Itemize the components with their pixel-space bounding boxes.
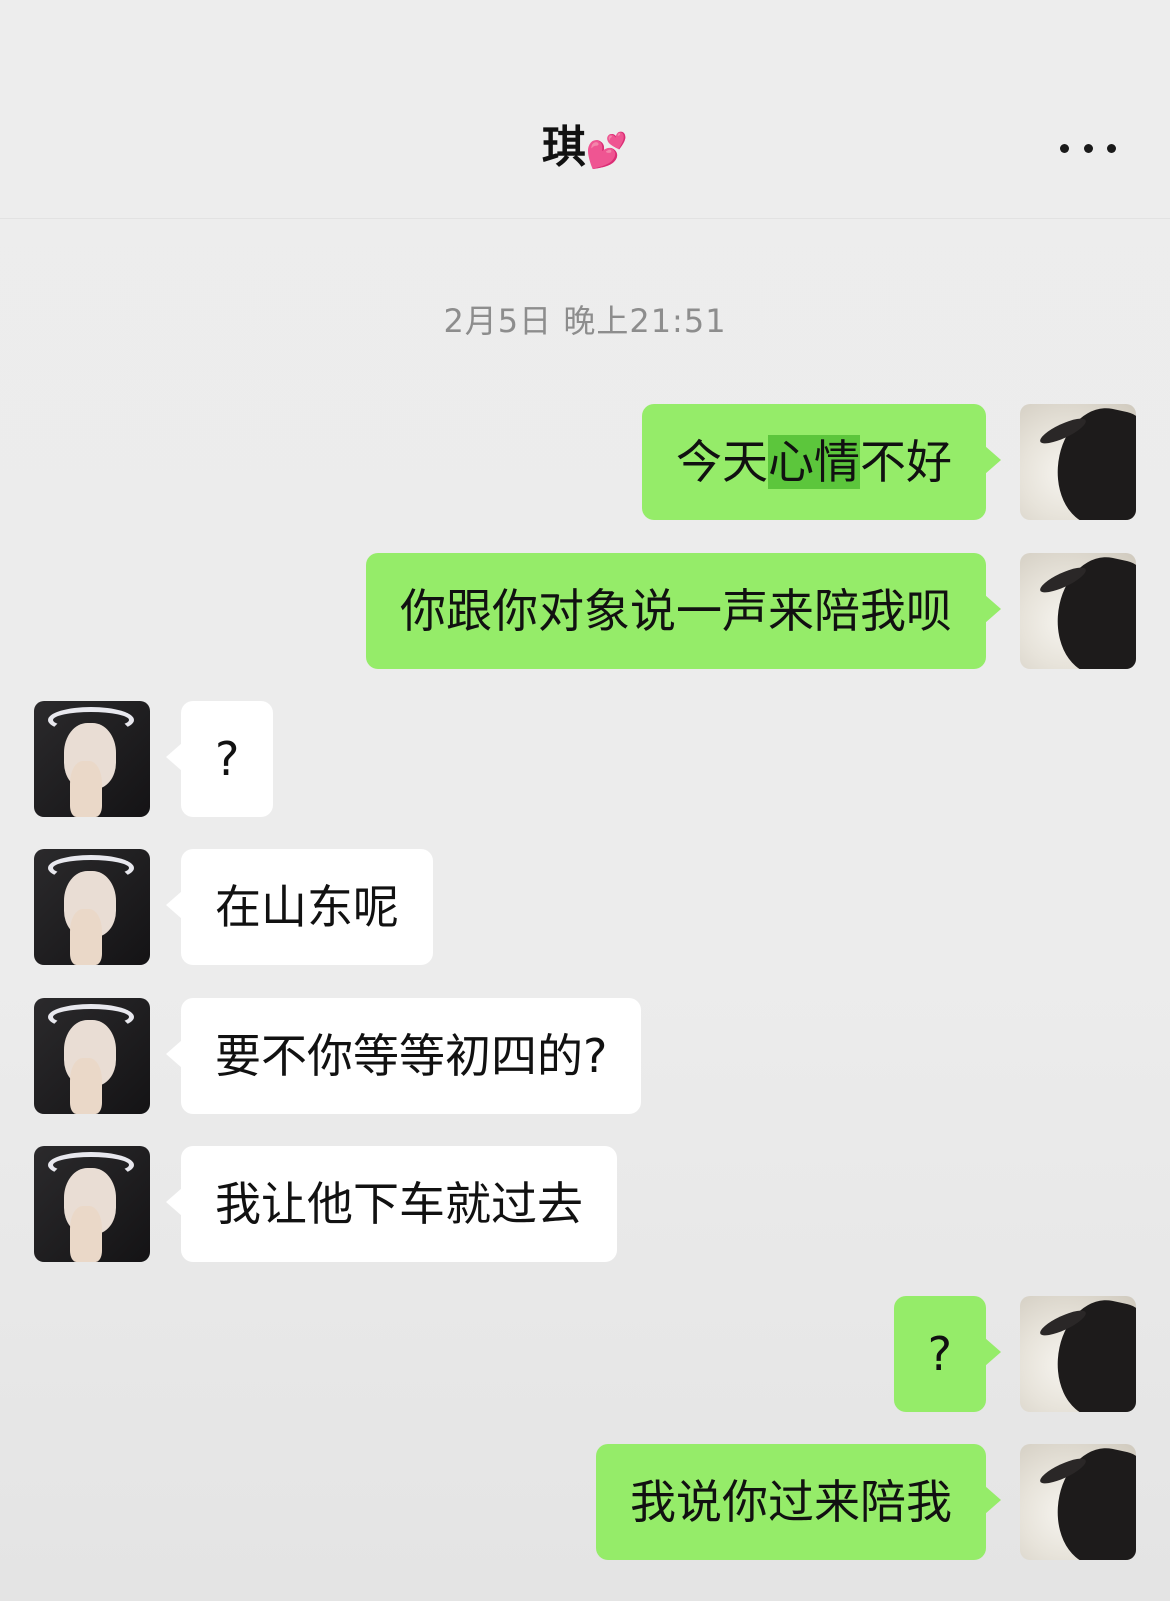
message-text: 不好 bbox=[860, 435, 952, 489]
message-text: 我说你过来陪我 bbox=[630, 1475, 952, 1529]
message-row-incoming: 要不你等等初四的? bbox=[0, 998, 1170, 1114]
more-dot-icon bbox=[1083, 143, 1093, 153]
more-options-button[interactable] bbox=[1060, 130, 1116, 166]
contact-name-title[interactable]: 琪💕 bbox=[0, 118, 1170, 181]
message-row-outgoing: 我说你过来陪我 bbox=[0, 1444, 1170, 1560]
message-row-incoming: 在山东呢 bbox=[0, 849, 1170, 965]
more-dot-icon bbox=[1107, 143, 1116, 153]
message-text: 在山东呢 bbox=[215, 880, 399, 934]
message-bubble-incoming[interactable]: 在山东呢 bbox=[166, 849, 433, 965]
contact-avatar[interactable] bbox=[34, 998, 150, 1114]
contact-avatar[interactable] bbox=[34, 1146, 150, 1262]
header-divider bbox=[0, 218, 1170, 219]
message-row-outgoing: 你跟你对象说一声来陪我呗 bbox=[0, 553, 1170, 669]
message-row-outgoing: 今天心情不好 bbox=[0, 404, 1170, 520]
message-text-highlight: 心情 bbox=[768, 435, 860, 489]
message-row-outgoing: ? bbox=[0, 1296, 1170, 1412]
message-text: 要不你等等初四的? bbox=[215, 1029, 608, 1083]
message-text: ? bbox=[927, 1327, 952, 1381]
contact-avatar[interactable] bbox=[34, 701, 150, 817]
message-text: ? bbox=[215, 732, 240, 786]
message-bubble-incoming[interactable]: 我让他下车就过去 bbox=[166, 1146, 617, 1262]
message-bubble-incoming[interactable]: 要不你等等初四的? bbox=[165, 998, 642, 1114]
message-bubble-outgoing[interactable]: 你跟你对象说一声来陪我呗 bbox=[366, 553, 1001, 669]
message-text: 我让他下车就过去 bbox=[215, 1177, 583, 1231]
contact-avatar[interactable] bbox=[34, 849, 150, 965]
more-dot-icon bbox=[1060, 143, 1069, 153]
message-bubble-outgoing[interactable]: ? bbox=[893, 1296, 1002, 1412]
message-text: 你跟你对象说一声来陪我呗 bbox=[400, 584, 952, 638]
message-text: 今天 bbox=[676, 435, 768, 489]
message-bubble-incoming[interactable]: ? bbox=[165, 701, 274, 817]
message-row-incoming: ? bbox=[0, 701, 1170, 817]
my-avatar[interactable] bbox=[1020, 1444, 1136, 1560]
message-row-incoming: 我让他下车就过去 bbox=[0, 1146, 1170, 1262]
contact-name: 琪 bbox=[541, 122, 586, 173]
hearts-emoji-icon: 💕 bbox=[585, 131, 629, 171]
my-avatar[interactable] bbox=[1020, 404, 1136, 520]
message-bubble-outgoing[interactable]: 今天心情不好 bbox=[642, 404, 1001, 520]
my-avatar[interactable] bbox=[1020, 1296, 1136, 1412]
message-bubble-outgoing[interactable]: 我说你过来陪我 bbox=[596, 1444, 1001, 1560]
message-timestamp: 2月5日 晚上21:51 bbox=[443, 302, 727, 340]
my-avatar[interactable] bbox=[1020, 553, 1136, 669]
chat-header: 琪💕 bbox=[0, 0, 1170, 218]
